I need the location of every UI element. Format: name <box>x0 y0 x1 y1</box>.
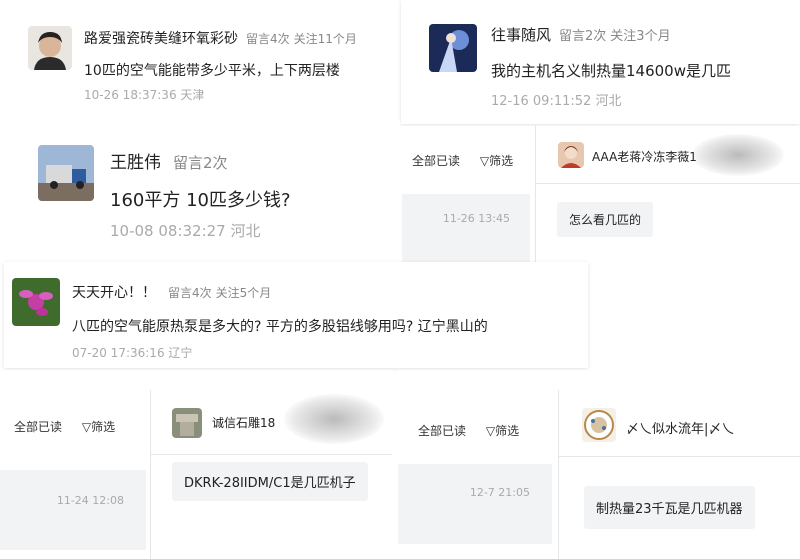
person-avatar[interactable] <box>28 26 72 70</box>
mark-all-read-button[interactable]: 全部已读 <box>14 420 62 434</box>
timestamp: 12-16 09:11:52 <box>491 94 592 109</box>
panel-divider <box>558 390 559 559</box>
chat-panel-2: 全部已读 ▽筛选 11-24 12:08 诚信石雕18 DKRK-28IIDM/… <box>0 370 392 559</box>
location: 河北 <box>230 222 261 240</box>
anime-avatar[interactable] <box>429 24 477 72</box>
chat-toolbar: 全部已读 ▽筛选 <box>14 418 115 435</box>
comment-card-4: 天天开心！！ 留言4次 关注5个月 八匹的空气能原热泵是多大的? 平方的多股铝线够用… <box>4 262 588 368</box>
header-divider <box>536 183 800 184</box>
chat-toolbar: 全部已读 ▽筛选 <box>418 422 519 439</box>
username-text[interactable]: 王胜伟 留言2次 <box>110 148 228 173</box>
funnel-icon: ▽ <box>81 420 92 434</box>
truck-avatar[interactable] <box>38 145 94 201</box>
header-divider <box>151 454 392 455</box>
conversation-list-item[interactable]: 12-7 21:05 <box>398 464 552 544</box>
username[interactable]: 路爱强瓷砖美缝环氧彩砂 <box>84 31 238 47</box>
follow-duration: 关注5个月 <box>215 286 272 300</box>
comment-time: 10-08 08:32:27 河北 <box>110 220 261 241</box>
conversation-list-item[interactable]: 11-24 12:08 <box>0 470 146 550</box>
timestamp: 07-20 17:36:16 <box>72 346 165 360</box>
filter-label: 筛选 <box>91 420 116 434</box>
message-bubble: 制热量23千瓦是几匹机器 <box>584 486 755 529</box>
username-text[interactable]: 路爱强瓷砖美缝环氧彩砂 留言4次 关注11个月 <box>84 28 357 48</box>
filter-label: 筛选 <box>495 424 520 438</box>
username[interactable]: 往事随风 <box>491 26 551 44</box>
redacted-phone <box>284 394 384 444</box>
timestamp: 10-08 08:32:27 <box>110 222 226 240</box>
username[interactable]: 王胜伟 <box>110 153 161 173</box>
location: 辽宁 <box>168 346 193 360</box>
message-count: 留言4次 <box>168 286 212 300</box>
filter-button[interactable]: ▽筛选 <box>486 424 519 438</box>
username-text[interactable]: 天天开心！！ 留言4次 关注5个月 <box>72 282 271 302</box>
comment-message: 10匹的空气能能带多少平米，上下两层楼 <box>84 63 340 79</box>
message-bubble: 怎么看几匹的 <box>557 202 654 237</box>
username-text[interactable]: 往事随风 留言2次 关注3个月 <box>491 24 671 45</box>
conversation-time: 11-26 13:45 <box>442 212 510 225</box>
funnel-icon: ▽ <box>485 424 496 438</box>
timestamp: 10-26 18:37:36 <box>84 88 177 102</box>
panel-divider <box>535 126 536 266</box>
comment-message: 八匹的空气能原热泵是多大的? 平方的多股铝线够用吗? 辽宁黑山的 <box>72 319 488 335</box>
message-bubble: DKRK-28IIDM/C1是几匹机子 <box>172 462 368 501</box>
comment-card-1: 路爱强瓷砖美缝环氧彩砂 留言4次 关注11个月 10匹的空气能能带多少平米，上下两层… <box>0 0 400 118</box>
message-count: 留言4次 <box>246 32 290 46</box>
conversation-list-item[interactable]: 11-26 13:45 <box>402 194 530 266</box>
stone-carving-avatar <box>172 408 202 438</box>
message-count: 留言2次 <box>559 29 607 44</box>
portrait-avatar <box>558 142 584 168</box>
mark-all-read-button[interactable]: 全部已读 <box>418 424 466 438</box>
panel-divider <box>150 390 151 559</box>
filter-button[interactable]: ▽筛选 <box>82 420 115 434</box>
location: 河北 <box>595 94 622 109</box>
chat-panel-1: 全部已读 ▽筛选 11-26 13:45 AAA老蒋冷冻李薇1 怎么看几匹的 <box>402 126 800 266</box>
location: 天津 <box>180 88 205 102</box>
mark-all-read-button[interactable]: 全部已读 <box>412 154 460 168</box>
comment-card-3: 王胜伟 留言2次 160平方 10匹多少钱? 10-08 08:32:27 河北 <box>0 120 400 262</box>
comment-card-2: 往事随风 留言2次 关注3个月 我的主机名义制热量14600w是几匹 12-16 0… <box>401 0 800 124</box>
filter-button[interactable]: ▽筛选 <box>480 154 513 168</box>
flower-avatar[interactable] <box>12 278 60 326</box>
contact-name: 〆乀似水流年|〆乀 <box>626 422 735 437</box>
comment-time: 10-26 18:37:36 天津 <box>84 86 204 103</box>
funnel-icon: ▽ <box>479 154 490 168</box>
filter-label: 筛选 <box>489 154 514 168</box>
conversation-time: 12-7 21:05 <box>469 486 530 499</box>
comment-time: 12-16 09:11:52 河北 <box>491 90 621 109</box>
username[interactable]: 天天开心！！ <box>72 285 156 301</box>
comment-message: 我的主机名义制热量14600w是几匹 <box>491 62 731 80</box>
follow-duration: 关注3个月 <box>610 29 671 44</box>
follow-duration: 关注11个月 <box>293 32 357 46</box>
plate-avatar <box>582 408 616 442</box>
contact-name: AAA老蒋冷冻李薇1 <box>592 150 697 164</box>
header-divider <box>559 456 800 457</box>
chat-toolbar: 全部已读 ▽筛选 <box>412 152 513 169</box>
message-count: 留言2次 <box>173 154 228 172</box>
comment-time: 07-20 17:36:16 辽宁 <box>72 344 192 361</box>
redacted-phone <box>692 134 784 176</box>
contact-name: 诚信石雕18 <box>212 416 276 430</box>
chat-panel-3: 全部已读 ▽筛选 12-7 21:05 〆乀似水流年|〆乀 制热量23千瓦是几匹… <box>398 370 800 559</box>
comment-message: 160平方 10匹多少钱? <box>110 190 291 211</box>
conversation-time: 11-24 12:08 <box>56 494 124 507</box>
